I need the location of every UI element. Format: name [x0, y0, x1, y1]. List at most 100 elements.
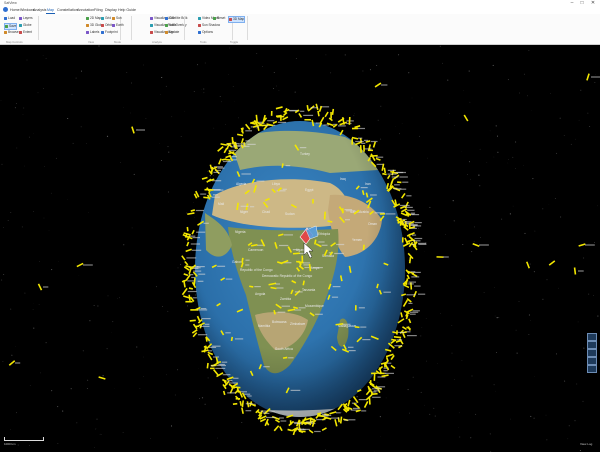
satellite-icon[interactable]: [181, 255, 197, 261]
satellite-icon[interactable]: [186, 226, 189, 232]
reset-view-button[interactable]: [587, 365, 597, 373]
globe-scene[interactable]: SudanEthiopiaSomaliaKenyaTanzaniaAngolaN…: [0, 45, 600, 452]
ribbon-footprint-button[interactable]: Footprint: [101, 30, 118, 35]
satellite-icon[interactable]: [190, 209, 204, 212]
menu-display[interactable]: Display: [104, 7, 118, 13]
satellite-icon[interactable]: [232, 402, 238, 405]
satellite-icon[interactable]: [379, 372, 394, 375]
menu-filing[interactable]: Filing: [93, 7, 104, 13]
satellite-icon[interactable]: [375, 157, 381, 161]
satellite-icon[interactable]: [315, 103, 330, 111]
ribbon-browse-button[interactable]: Browse: [4, 30, 19, 35]
satellite-icon[interactable]: [184, 260, 189, 266]
satellite-icon[interactable]: [363, 401, 369, 408]
satellite-icon[interactable]: [400, 208, 415, 213]
rotate-button[interactable]: [587, 349, 597, 357]
satellite-icon[interactable]: [385, 357, 389, 362]
satellite-icon[interactable]: [312, 199, 314, 204]
ribbon-labels-button[interactable]: Labels: [86, 30, 99, 35]
satellite-icon[interactable]: [436, 256, 449, 258]
satellite-icon[interactable]: [239, 400, 242, 406]
satellite-icon[interactable]: [76, 262, 93, 268]
satellite-icon[interactable]: [298, 113, 314, 118]
ribbon-update-button[interactable]: Update: [165, 30, 179, 35]
satellite-icon[interactable]: [573, 267, 584, 275]
view-log-link[interactable]: View Log: [580, 442, 592, 446]
ribbon-3d-map-button[interactable]: 3D Map: [228, 16, 246, 23]
satellite-icon[interactable]: [386, 174, 399, 180]
satellite-icon[interactable]: [331, 108, 335, 115]
satellite-icon[interactable]: [548, 260, 556, 266]
ribbon-sun-button[interactable]: Sun: [112, 16, 122, 21]
satellite-icon[interactable]: [201, 176, 208, 180]
satellite-icon[interactable]: [352, 396, 367, 404]
earth-globe[interactable]: SudanEthiopiaSomaliaKenyaTanzaniaAngolaN…: [195, 121, 405, 425]
tilt-button[interactable]: [587, 357, 597, 365]
satellite-icon[interactable]: [408, 318, 412, 324]
satellite-icon[interactable]: [188, 287, 194, 290]
satellite-icon[interactable]: [387, 342, 402, 349]
satellite-icon[interactable]: [298, 430, 306, 433]
satellite-icon[interactable]: [270, 110, 273, 116]
satellite-icon[interactable]: [402, 326, 407, 331]
satellite-icon[interactable]: [393, 336, 402, 339]
satellite-icon[interactable]: [304, 118, 312, 121]
satellite-icon[interactable]: [413, 290, 426, 298]
satellite-icon[interactable]: [308, 429, 321, 434]
satellite-icon[interactable]: [586, 73, 600, 81]
satellite-icon[interactable]: [217, 145, 224, 152]
menu-map[interactable]: Map: [46, 7, 55, 14]
satellite-icon[interactable]: [287, 428, 292, 432]
satellite-icon[interactable]: [275, 106, 283, 110]
satellite-icon[interactable]: [390, 364, 396, 370]
zoom-in-button[interactable]: [587, 333, 597, 341]
satellite-icon[interactable]: [301, 255, 304, 263]
satellite-icon[interactable]: [329, 411, 341, 415]
satellite-icon[interactable]: [400, 192, 412, 199]
satellite-icon[interactable]: [318, 105, 323, 112]
ribbon-save-button[interactable]: Save: [4, 23, 18, 30]
satellite-icon[interactable]: [406, 274, 420, 280]
satellite-icon[interactable]: [334, 419, 338, 427]
ribbon-options-button[interactable]: Options: [198, 30, 213, 35]
satellite-icon[interactable]: [8, 360, 21, 366]
satellite-icon[interactable]: [201, 349, 212, 353]
satellite-icon[interactable]: [222, 390, 236, 396]
satellite-icon[interactable]: [365, 394, 381, 401]
zoom-out-button[interactable]: [587, 341, 597, 349]
satellite-icon[interactable]: [578, 243, 595, 247]
satellite-icon[interactable]: [185, 300, 193, 303]
satellite-icon[interactable]: [37, 283, 49, 291]
satellite-icon[interactable]: [190, 309, 208, 311]
satellite-icon[interactable]: [397, 181, 409, 184]
ribbon-extent-button[interactable]: Extent: [19, 30, 32, 35]
satellite-icon[interactable]: [273, 425, 280, 432]
satellite-icon[interactable]: [402, 333, 417, 339]
menu-help-guide[interactable]: Help Guide: [117, 7, 137, 13]
ribbon-globe-button[interactable]: Globe: [19, 23, 32, 28]
satellite-icon[interactable]: [525, 261, 531, 269]
satellite-icon[interactable]: [339, 416, 349, 424]
satellite-icon[interactable]: [368, 397, 371, 405]
satellite-icon[interactable]: [400, 312, 403, 318]
ribbon-2d-map-button[interactable]: 2D Map: [86, 16, 101, 21]
satellite-icon[interactable]: [401, 237, 404, 243]
ribbon-sun-shadow-button[interactable]: Sun Shadow: [198, 23, 220, 28]
satellite-icon[interactable]: [374, 82, 388, 88]
satellite-icon[interactable]: [261, 117, 275, 125]
satellite-icon[interactable]: [324, 111, 329, 118]
satellite-icon[interactable]: [181, 287, 197, 296]
satellite-icon[interactable]: [307, 105, 315, 112]
satellite-icon[interactable]: [241, 407, 252, 414]
satellite-icon[interactable]: [187, 212, 195, 216]
satellite-icon[interactable]: [231, 137, 234, 144]
satellite-icon[interactable]: [363, 144, 365, 152]
satellite-icon[interactable]: [189, 319, 196, 322]
satellite-icon[interactable]: [330, 111, 332, 119]
satellite-icon[interactable]: [192, 332, 208, 338]
satellite-icon[interactable]: [472, 243, 489, 247]
satellite-icon[interactable]: [278, 426, 283, 432]
satellite-icon[interactable]: [275, 419, 287, 423]
ribbon-layers-button[interactable]: Layers: [19, 16, 33, 21]
ribbon-load-button[interactable]: Load: [4, 16, 15, 21]
